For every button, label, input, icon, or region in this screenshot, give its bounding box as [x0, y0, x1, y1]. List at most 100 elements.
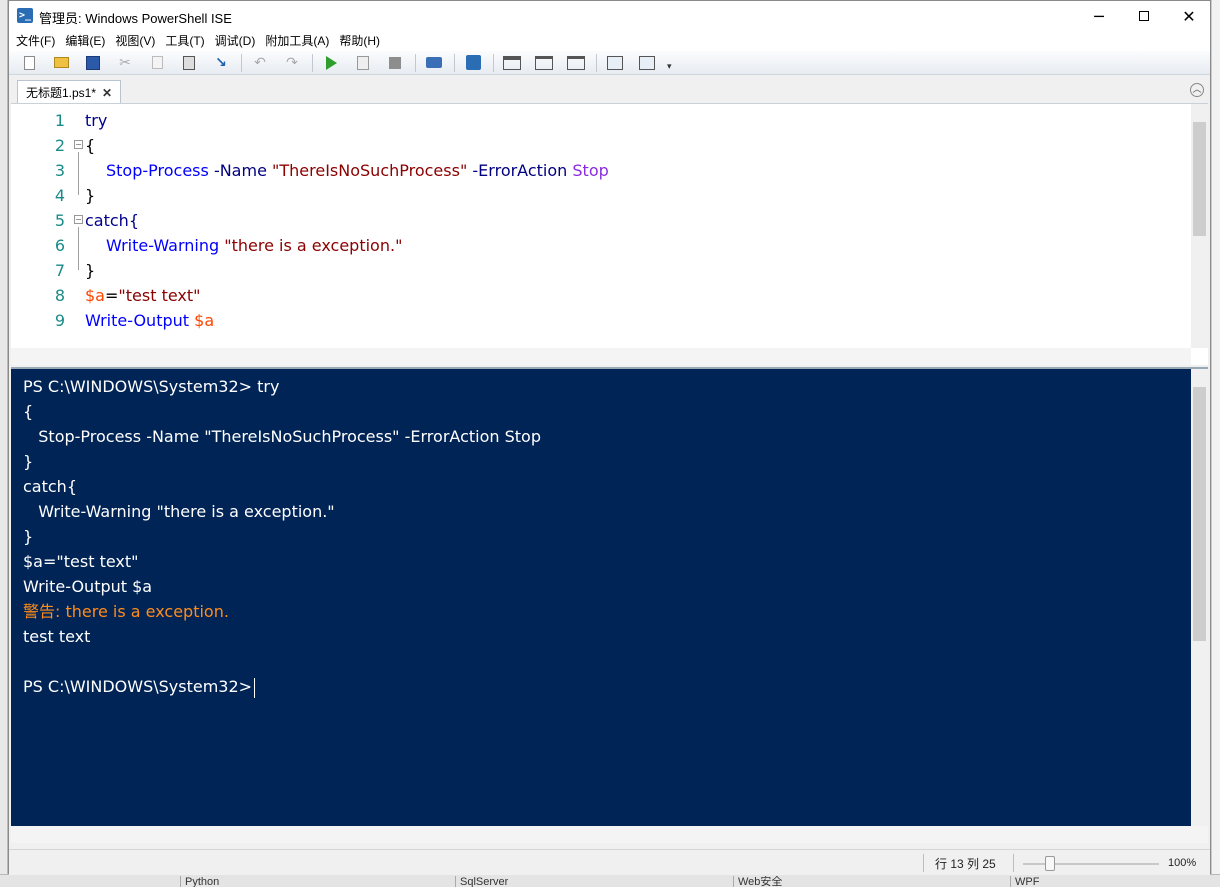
layout-max-button[interactable]: [564, 52, 588, 74]
close-tab-icon[interactable]: ✕: [102, 86, 112, 100]
copy-button[interactable]: [145, 52, 169, 74]
redo-icon: ↷: [286, 54, 298, 71]
fold-toggle-icon[interactable]: −: [74, 215, 83, 224]
start-powershell-button[interactable]: [461, 52, 485, 74]
script-tab-strip: 无标题1.ps1* ✕ ︿: [9, 77, 1210, 104]
code-text: }: [85, 186, 96, 205]
new-remote-tab-button[interactable]: [422, 52, 446, 74]
code-text: {: [85, 136, 96, 155]
scrollbar-thumb[interactable]: [1193, 387, 1206, 641]
code-line: 4 }: [11, 183, 1181, 208]
status-separator: [923, 854, 924, 872]
zoom-slider-track[interactable]: [1023, 863, 1159, 865]
editor-vertical-scrollbar[interactable]: [1191, 104, 1208, 348]
tab-untitled1[interactable]: 无标题1.ps1* ✕: [17, 80, 122, 104]
console-prompt: PS C:\WINDOWS\System32>: [23, 677, 253, 696]
token-command: Write-Output: [85, 311, 190, 330]
code-text: $a="test text": [85, 283, 201, 308]
powershell-tab-icon: [465, 55, 481, 70]
layout-right-button[interactable]: [532, 52, 556, 74]
code-text: Write-Warning "there is a exception.": [106, 233, 402, 258]
code-text: catch{: [85, 211, 139, 230]
background-window-edge-right: [1211, 0, 1220, 887]
paste-button[interactable]: [177, 52, 201, 74]
show-script-pane-button[interactable]: [603, 52, 627, 74]
open-icon: [53, 57, 69, 68]
text-cursor: [254, 677, 256, 698]
minimize-button[interactable]: ─: [1076, 1, 1122, 31]
title-bar[interactable]: >_ 管理员: Windows PowerShell ISE ─ ✕: [9, 1, 1210, 31]
zoom-slider-thumb[interactable]: [1045, 856, 1055, 871]
token-operator: =: [104, 286, 119, 305]
menu-addons[interactable]: 附加工具(A): [260, 31, 334, 51]
background-tab-wpf[interactable]: WPF: [1010, 876, 1039, 887]
run-icon: [325, 55, 337, 70]
menu-help[interactable]: 帮助(H): [334, 31, 385, 51]
open-button[interactable]: [49, 52, 73, 74]
editor-horizontal-scrollbar[interactable]: [11, 348, 1191, 365]
new-icon: [23, 55, 35, 70]
run-script-button[interactable]: [319, 52, 343, 74]
stop-icon: [389, 56, 401, 69]
menu-file[interactable]: 文件(F): [11, 31, 60, 51]
menu-view[interactable]: 视图(V): [110, 31, 160, 51]
background-window-edge: [0, 0, 8, 887]
split-horizontal-icon: [567, 55, 585, 70]
background-tab-python[interactable]: Python: [180, 876, 219, 887]
show-script-icon: [607, 55, 623, 70]
code-line: 9 Write-Output $a: [11, 308, 1181, 333]
window-title: 管理员: Windows PowerShell ISE: [39, 11, 232, 26]
cut-icon: ✂: [119, 54, 131, 71]
layout-top-button[interactable]: [500, 52, 524, 74]
line-number: 3: [54, 161, 65, 180]
status-separator: [1013, 854, 1014, 872]
copy-icon: [151, 56, 163, 69]
paste-icon: [183, 55, 195, 70]
code-line: 5 − catch{: [11, 208, 1181, 233]
console-vertical-scrollbar[interactable]: [1191, 369, 1208, 829]
console-pane[interactable]: PS C:\WINDOWS\System32> try { Stop-Proce…: [11, 367, 1208, 843]
close-button[interactable]: ✕: [1166, 1, 1212, 31]
line-number: 4: [54, 186, 65, 205]
collapse-script-pane-button[interactable]: ︿: [1190, 83, 1204, 97]
save-button[interactable]: [81, 52, 105, 74]
script-editor[interactable]: 1 try 2 − { 3 Stop-Process -Name "ThereI…: [11, 103, 1208, 365]
toolbar-overflow-icon[interactable]: ▾: [667, 62, 672, 72]
undo-button[interactable]: ↶: [248, 52, 272, 74]
console-line: PS C:\WINDOWS\System32> try: [23, 377, 280, 396]
console-line: }: [23, 527, 34, 546]
token-string: "ThereIsNoSuchProcess": [272, 161, 468, 180]
menu-edit[interactable]: 编辑(E): [60, 31, 110, 51]
line-number: 6: [54, 236, 65, 255]
console-prompt-line[interactable]: PS C:\WINDOWS\System32>: [23, 674, 256, 699]
token-command: Stop-Process: [106, 161, 209, 180]
menu-tools[interactable]: 工具(T): [160, 31, 209, 51]
token-parameter: -ErrorAction: [472, 161, 568, 180]
console-line: Write-Warning "there is a exception.": [23, 502, 335, 521]
show-command-addon-button[interactable]: [635, 52, 659, 74]
console-line: Write-Output $a: [23, 577, 153, 596]
code-line: 8 $a="test text": [11, 283, 1181, 308]
new-script-button[interactable]: [17, 52, 41, 74]
save-icon: [86, 55, 100, 70]
clear-console-button[interactable]: ↘: [209, 52, 233, 74]
fold-toggle-icon[interactable]: −: [74, 140, 83, 149]
menu-debug[interactable]: 调试(D): [210, 31, 261, 51]
code-line: 7 }: [11, 258, 1181, 283]
background-tab-sqlserver[interactable]: SqlServer: [455, 876, 508, 887]
toolbar: ✂ ↘ ↶ ↷ ▾: [9, 51, 1210, 75]
scrollbar-thumb[interactable]: [1193, 122, 1206, 236]
line-number: 2: [54, 136, 65, 155]
stop-button[interactable]: [383, 52, 407, 74]
console-warning-line: 警告: there is a exception.: [23, 602, 229, 621]
background-tab-websecurity[interactable]: Web安全: [733, 876, 782, 887]
cut-button[interactable]: ✂: [113, 52, 137, 74]
show-command-icon: [639, 55, 655, 70]
code-text: try: [85, 111, 108, 130]
line-number: 1: [54, 111, 65, 130]
run-selection-button[interactable]: [351, 52, 375, 74]
console-output-line: test text: [23, 627, 91, 646]
redo-button[interactable]: ↷: [280, 52, 304, 74]
maximize-button[interactable]: [1121, 1, 1167, 31]
console-horizontal-scrollbar[interactable]: [11, 826, 1208, 843]
